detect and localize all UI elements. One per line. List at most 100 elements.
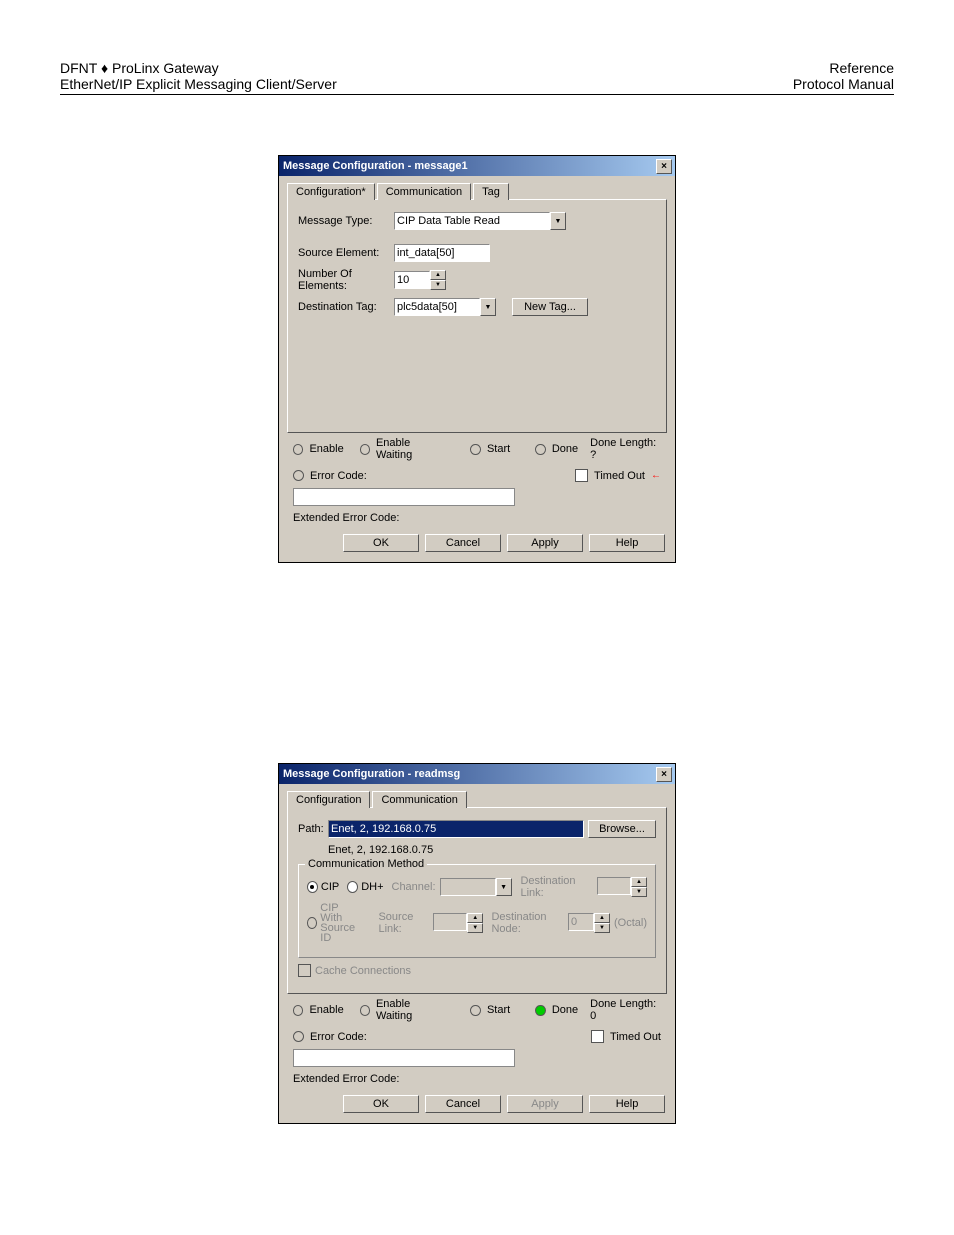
dialog-readmsg: Message Configuration - readmsg × Config… <box>278 763 676 1124</box>
label-extended-error: Extended Error Code: <box>293 1073 399 1085</box>
dest-link-input <box>597 877 631 895</box>
browse-button[interactable]: Browse... <box>588 820 656 838</box>
enable-waiting-indicator-icon <box>360 1005 370 1016</box>
timed-out-checkbox[interactable] <box>575 469 588 482</box>
header-left-line1: DFNT ♦ ProLinx Gateway <box>60 60 337 76</box>
header-left-line2: EtherNet/IP Explicit Messaging Client/Se… <box>60 76 337 92</box>
radio-dh[interactable] <box>347 881 358 893</box>
label-start: Start <box>487 1004 510 1016</box>
header-right-line2: Protocol Manual <box>793 76 894 92</box>
help-button[interactable]: Help <box>589 1095 665 1113</box>
spinner-down-icon: ▼ <box>467 923 483 933</box>
start-indicator-icon <box>470 444 480 455</box>
dialog-message1: Message Configuration - message1 × Confi… <box>278 155 676 563</box>
spinner-up-icon: ▲ <box>594 913 610 923</box>
ok-button[interactable]: OK <box>343 534 419 552</box>
tab-communication[interactable]: Communication <box>377 183 471 200</box>
apply-button: Apply <box>507 1095 583 1113</box>
label-cip: CIP <box>321 881 339 893</box>
label-done-length: Done Length: 0 <box>590 998 661 1022</box>
label-enable: Enable <box>309 443 343 455</box>
destination-tag-input[interactable] <box>394 298 480 316</box>
apply-button[interactable]: Apply <box>507 534 583 552</box>
start-indicator-icon <box>470 1005 480 1016</box>
radio-cip[interactable] <box>307 881 318 893</box>
enable-indicator-icon <box>293 444 303 455</box>
label-extended-error: Extended Error Code: <box>293 512 399 524</box>
source-element-input[interactable] <box>394 244 490 262</box>
page-header: DFNT ♦ ProLinx Gateway EtherNet/IP Expli… <box>60 60 894 95</box>
titlebar[interactable]: Message Configuration - readmsg × <box>279 764 675 784</box>
dest-node-input <box>568 913 594 931</box>
chevron-down-icon[interactable]: ▼ <box>480 298 496 316</box>
label-cache: Cache Connections <box>315 965 411 977</box>
label-source-element: Source Element: <box>298 247 394 259</box>
spinner-down-icon: ▼ <box>594 923 610 933</box>
label-dest-node: Destination Node: <box>491 911 564 935</box>
radio-cip-with-source <box>307 917 317 929</box>
arrow-left-icon: ← <box>651 470 661 481</box>
legend-comm-method: Communication Method <box>305 858 427 870</box>
label-dh: DH+ <box>361 881 383 893</box>
error-text-box <box>293 1049 515 1067</box>
label-message-type: Message Type: <box>298 215 394 227</box>
label-done: Done <box>552 1004 578 1016</box>
spinner-down-icon: ▼ <box>631 887 647 897</box>
chevron-down-icon[interactable]: ▼ <box>550 212 566 230</box>
label-error-code: Error Code: <box>310 470 367 482</box>
header-right-line1: Reference <box>793 60 894 76</box>
tab-communication[interactable]: Communication <box>372 791 466 808</box>
label-error-code: Error Code: <box>310 1031 367 1043</box>
label-dest-tag: Destination Tag: <box>298 301 394 313</box>
label-timed-out: Timed Out <box>594 470 645 482</box>
window-title: Message Configuration - readmsg <box>283 768 460 780</box>
tab-configuration[interactable]: Configuration <box>287 791 370 808</box>
spinner-up-icon: ▲ <box>631 877 647 887</box>
label-enable-waiting: Enable Waiting <box>376 998 445 1022</box>
label-enable: Enable <box>309 1004 343 1016</box>
timed-out-checkbox[interactable] <box>591 1030 604 1043</box>
channel-input <box>440 878 496 896</box>
cancel-button[interactable]: Cancel <box>425 534 501 552</box>
close-icon[interactable]: × <box>656 767 672 782</box>
titlebar[interactable]: Message Configuration - message1 × <box>279 156 675 176</box>
chevron-down-icon: ▼ <box>496 878 512 896</box>
num-elements-input[interactable] <box>394 271 430 289</box>
enable-waiting-indicator-icon <box>360 444 370 455</box>
label-source-link: Source Link: <box>378 911 429 935</box>
label-path: Path: <box>298 823 328 835</box>
path-input[interactable] <box>328 820 584 838</box>
label-channel: Channel: <box>392 881 436 893</box>
spinner-up-icon[interactable]: ▲ <box>430 270 446 280</box>
label-octal: (Octal) <box>614 917 647 929</box>
label-enable-waiting: Enable Waiting <box>376 437 445 461</box>
source-link-input <box>433 913 467 931</box>
close-icon[interactable]: × <box>656 159 672 174</box>
label-num-elements: Number Of Elements: <box>298 268 394 292</box>
label-cip-with: CIP WithSource ID <box>320 903 361 943</box>
message-type-dropdown[interactable] <box>394 212 550 230</box>
label-timed-out: Timed Out <box>610 1031 661 1043</box>
ok-button[interactable]: OK <box>343 1095 419 1113</box>
new-tag-button[interactable]: New Tag... <box>512 298 588 316</box>
cache-connections-checkbox <box>298 964 311 977</box>
label-done-length: Done Length: ? <box>590 437 661 461</box>
label-dest-link: Destination Link: <box>520 875 593 899</box>
spinner-down-icon[interactable]: ▼ <box>430 280 446 290</box>
window-title: Message Configuration - message1 <box>283 160 468 172</box>
error-text-box <box>293 488 515 506</box>
help-button[interactable]: Help <box>589 534 665 552</box>
communication-method-group: Communication Method CIP DH+ Channel: ▼ … <box>298 864 656 958</box>
label-done: Done <box>552 443 578 455</box>
done-indicator-icon <box>535 444 545 455</box>
error-indicator-icon <box>293 1031 304 1042</box>
cancel-button[interactable]: Cancel <box>425 1095 501 1113</box>
label-start: Start <box>487 443 510 455</box>
error-indicator-icon <box>293 470 304 481</box>
path-echo: Enet, 2, 192.168.0.75 <box>328 844 433 856</box>
tab-configuration[interactable]: Configuration* <box>287 183 375 200</box>
done-indicator-icon <box>535 1005 545 1016</box>
tab-tag[interactable]: Tag <box>473 183 509 200</box>
spinner-up-icon: ▲ <box>467 913 483 923</box>
enable-indicator-icon <box>293 1005 303 1016</box>
